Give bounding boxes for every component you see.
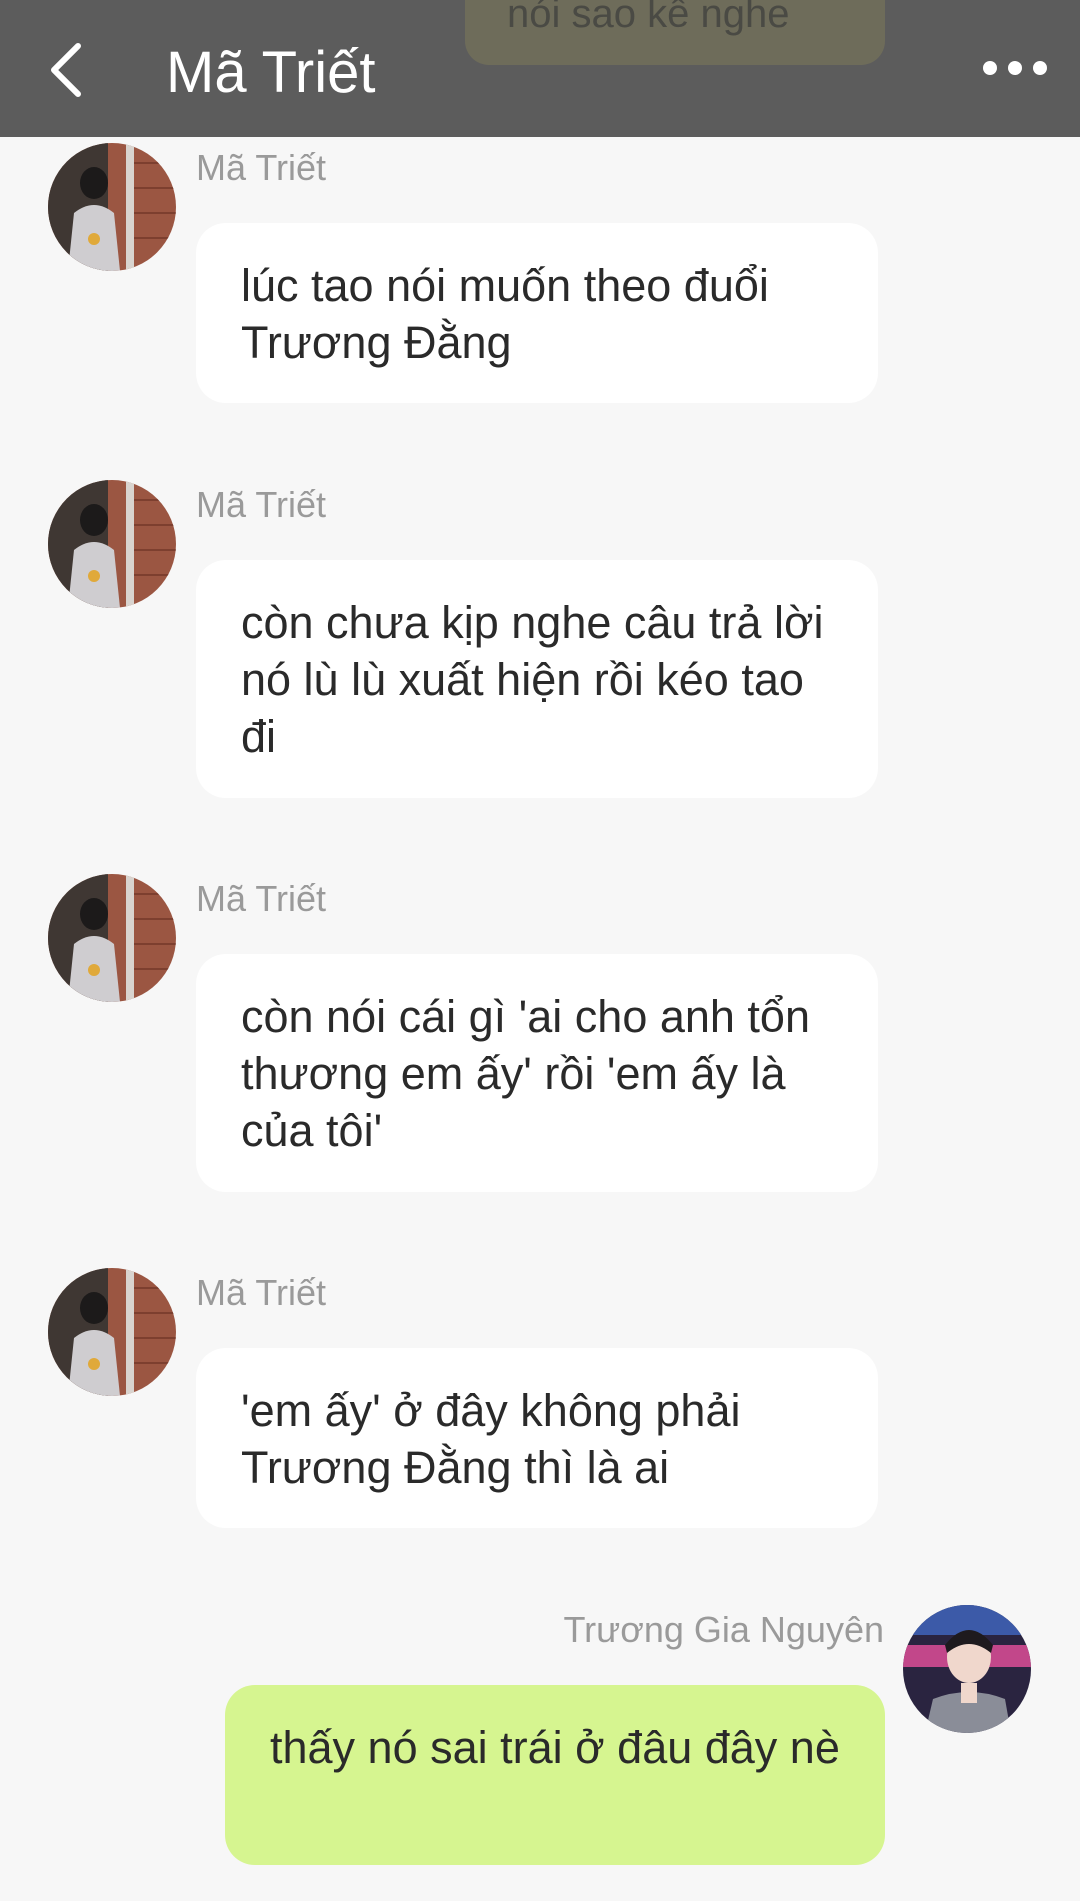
previous-message-text: nói sao kể nghe — [507, 0, 790, 36]
sender-name: Mã Triết — [196, 878, 327, 919]
avatar-ma-triet[interactable] — [48, 143, 176, 271]
sender-name: Mã Triết — [196, 484, 327, 525]
sender-name: Mã Triết — [196, 1272, 327, 1313]
avatar-ma-triet[interactable] — [48, 874, 176, 1002]
message-bubble[interactable]: lúc tao nói muốn theo đuổi Trương Đằng — [196, 223, 878, 403]
avatar-ma-triet[interactable] — [48, 480, 176, 608]
previous-message-bubble: nói sao kể nghe — [465, 0, 885, 65]
sender-name: Trương Gia Nguyên — [563, 1609, 884, 1650]
back-button[interactable] — [46, 42, 96, 98]
avatar-truong-gia-nguyen[interactable] — [903, 1605, 1031, 1733]
chevron-left-icon — [51, 43, 81, 97]
message-bubble-outgoing[interactable]: thấy nó sai trái ở đâu đây nè — [225, 1685, 885, 1865]
message-bubble[interactable]: còn chưa kịp nghe câu trả lời nó lù lù x… — [196, 560, 878, 798]
more-options-button[interactable] — [980, 50, 1050, 86]
message-bubble[interactable]: còn nói cái gì 'ai cho anh tổn thương em… — [196, 954, 878, 1192]
more-horizontal-icon — [983, 61, 1047, 75]
message-bubble[interactable]: 'em ấy' ở đây không phải Trương Đằng thì… — [196, 1348, 878, 1528]
chat-title: Mã Triết — [166, 40, 376, 105]
avatar-ma-triet[interactable] — [48, 1268, 176, 1396]
sender-name: Mã Triết — [196, 147, 327, 188]
